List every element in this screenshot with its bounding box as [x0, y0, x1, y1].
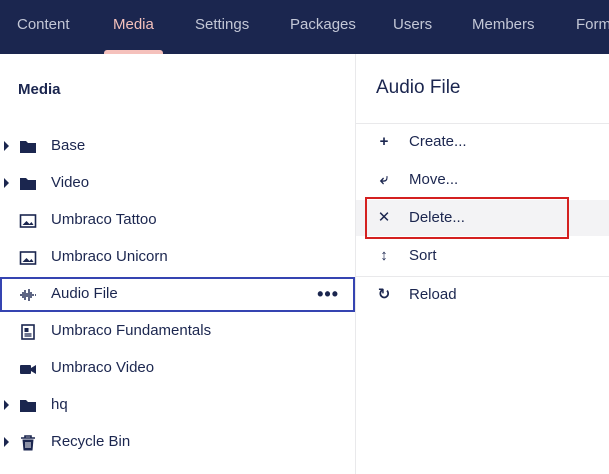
tree-item-label: Umbraco Unicorn — [51, 248, 168, 265]
image-icon — [19, 214, 37, 228]
sort-arrows-icon: ↕ — [380, 247, 388, 264]
delete-x-icon: ✕ — [377, 209, 391, 226]
tree-item-label: Umbraco Video — [51, 359, 155, 376]
action-delete-label: Delete... — [409, 209, 465, 226]
tab-packages-label: Packages — [290, 16, 356, 33]
trash-icon — [21, 435, 35, 451]
tree-item-video[interactable]: Video — [0, 166, 355, 201]
tree-title: Media — [18, 81, 61, 98]
actions-title: Audio File — [376, 77, 461, 98]
tab-forms[interactable]: Form — [576, 0, 609, 54]
actions-panel: Audio File + Create... ⤶ Move... ✕ Delet… — [356, 54, 609, 474]
action-reload[interactable]: ↻ Reload — [356, 277, 609, 313]
action-create-label: Create... — [409, 133, 467, 150]
tab-users[interactable]: Users — [393, 0, 432, 54]
folder-icon — [20, 400, 36, 412]
tree-item-umbraco-tattoo[interactable]: Umbraco Tattoo — [0, 203, 355, 238]
tree-item-label: Recycle Bin — [51, 433, 131, 450]
tab-settings[interactable]: Settings — [195, 0, 249, 54]
more-options-icon[interactable]: ••• — [317, 285, 339, 303]
action-move-label: Move... — [409, 171, 459, 188]
tab-members-label: Members — [472, 16, 535, 33]
tab-settings-label: Settings — [195, 16, 250, 33]
tree-item-label: Umbraco Tattoo — [51, 211, 157, 228]
tab-content-label: Content — [17, 16, 70, 33]
tab-content[interactable]: Content — [17, 0, 70, 54]
tree-item-label: Base — [51, 137, 86, 154]
image-icon — [19, 251, 37, 265]
plus-icon: + — [379, 133, 389, 150]
caret-right-icon[interactable] — [4, 178, 9, 188]
document-icon — [21, 324, 35, 340]
tree-item-hq[interactable]: hq — [0, 388, 355, 423]
tab-packages[interactable]: Packages — [290, 0, 356, 54]
tree-item-umbraco-unicorn[interactable]: Umbraco Unicorn — [0, 240, 355, 275]
tree-item-recycle-bin[interactable]: Recycle Bin — [0, 425, 355, 460]
audio-wave-icon — [20, 289, 36, 301]
tree-item-label: Video — [51, 174, 90, 191]
tree-item-umbraco-fundamentals[interactable]: Umbraco Fundamentals — [0, 314, 355, 349]
top-navigation: Content Media Settings Packages Users Me… — [0, 0, 609, 54]
caret-right-icon[interactable] — [4, 437, 9, 447]
action-move[interactable]: ⤶ Move... — [356, 162, 609, 198]
caret-right-icon[interactable] — [4, 141, 9, 151]
tree-item-audio-file[interactable]: Audio File ••• — [0, 277, 355, 312]
move-icon: ⤶ — [379, 171, 389, 188]
tab-members[interactable]: Members — [472, 0, 535, 54]
tab-forms-label: Form — [576, 16, 609, 33]
tree-item-base[interactable]: Base — [0, 129, 355, 164]
folder-icon — [20, 178, 36, 190]
caret-right-icon[interactable] — [4, 400, 9, 410]
tree-item-label: Audio File — [51, 285, 118, 302]
video-camera-icon — [20, 365, 36, 374]
tab-users-label: Users — [393, 16, 433, 33]
tree-item-label: Umbraco Fundamentals — [51, 322, 212, 339]
reload-icon: ↻ — [377, 286, 391, 303]
media-tree: Media Base Video Umbraco Tattoo Umbraco … — [0, 54, 355, 474]
action-sort[interactable]: ↕ Sort — [356, 238, 609, 274]
action-create[interactable]: + Create... — [356, 124, 609, 160]
tab-media[interactable]: Media — [104, 0, 163, 54]
tree-item-label: hq — [51, 396, 68, 413]
action-reload-label: Reload — [409, 286, 457, 303]
tab-media-label: Media — [113, 16, 154, 33]
action-sort-label: Sort — [409, 247, 437, 264]
folder-icon — [20, 141, 36, 153]
tree-item-umbraco-video[interactable]: Umbraco Video — [0, 351, 355, 386]
action-delete[interactable]: ✕ Delete... — [356, 200, 609, 236]
